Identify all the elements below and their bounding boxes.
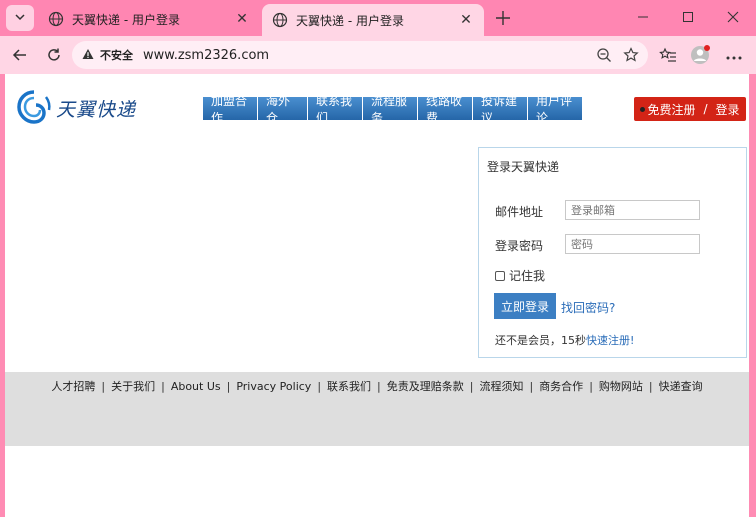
tab-actions-button[interactable] <box>6 5 34 31</box>
footer-link-privacy[interactable]: Privacy Policy <box>236 380 311 393</box>
remember-me[interactable]: 记住我 <box>495 267 545 284</box>
footer-link-tracking[interactable]: 快递查询 <box>659 378 703 394</box>
new-tab-button[interactable] <box>492 8 514 30</box>
page-viewport: 天翼快递 加盟合作 海外仓 联系我们 流程服务 线路收费 投诉建议 用户评论 免… <box>5 74 749 517</box>
quick-register-link[interactable]: 快速注册! <box>586 334 634 347</box>
login-panel: 登录天翼快递 邮件地址 登录密码 记住我 立即登录 找回密码? 还不是会员，15… <box>478 147 747 358</box>
footer-link-about-cn[interactable]: 关于我们 <box>111 378 155 394</box>
star-icon[interactable] <box>621 45 641 65</box>
password-label: 登录密码 <box>495 239 544 253</box>
remember-checkbox[interactable] <box>495 270 505 281</box>
browser-tab-1[interactable]: 天翼快递 - 用户登录 ✕ <box>38 4 260 34</box>
security-label[interactable]: 不安全 <box>100 47 133 63</box>
chevron-down-icon <box>14 11 26 26</box>
footer-link-about-us[interactable]: About Us <box>171 380 221 393</box>
nav-item-complaints[interactable]: 投诉建议 <box>473 94 528 125</box>
main-nav: 加盟合作 海外仓 联系我们 流程服务 线路收费 投诉建议 用户评论 <box>203 94 583 125</box>
warning-icon[interactable] <box>82 48 94 63</box>
footer-separator: | <box>226 379 231 393</box>
profile-icon <box>689 44 711 69</box>
footer-separator: | <box>589 379 593 393</box>
not-member-prefix: 还不是会员，15秒 <box>495 334 586 347</box>
reload-button[interactable] <box>42 44 66 68</box>
register-login-button[interactable]: 免费注册 / 登录 <box>634 97 746 121</box>
favorites-icon <box>659 47 677 66</box>
site-logo[interactable]: 天翼快递 <box>16 88 136 128</box>
nav-item-contact[interactable]: 联系我们 <box>308 94 363 125</box>
footer-links: 人才招聘 | 关于我们 | About Us | Privacy Policy … <box>5 378 749 394</box>
email-field[interactable] <box>565 200 700 220</box>
footer-separator: | <box>101 379 106 393</box>
maximize-button[interactable] <box>677 8 699 28</box>
footer-separator: | <box>161 379 165 393</box>
footer-link-process[interactable]: 流程须知 <box>479 378 523 394</box>
footer-link-shopping[interactable]: 购物网站 <box>599 378 643 394</box>
browser-toolbar: 不安全 www.zsm2326.com <box>0 36 756 74</box>
site-brand-name: 天翼快递 <box>56 98 137 121</box>
nav-item-reviews[interactable]: 用户评论 <box>528 94 583 125</box>
footer-link-business[interactable]: 商务合作 <box>539 378 583 394</box>
register-link[interactable]: 免费注册 <box>647 101 695 118</box>
tab-title: 天翼快递 - 用户登录 <box>72 12 180 27</box>
nav-item-franchise[interactable]: 加盟合作 <box>203 94 258 125</box>
more-button[interactable] <box>722 44 746 68</box>
close-icon[interactable]: ✕ <box>234 11 250 27</box>
login-submit-button[interactable]: 立即登录 <box>494 293 556 319</box>
back-arrow-icon <box>12 47 28 66</box>
nav-item-route-fees[interactable]: 线路收费 <box>418 94 473 125</box>
url-text[interactable]: www.zsm2326.com <box>143 48 269 63</box>
close-icon[interactable]: ✕ <box>458 12 474 28</box>
logo-swirl-icon <box>16 89 52 128</box>
globe-icon <box>48 11 64 27</box>
favorites-button[interactable] <box>656 44 680 68</box>
site-footer: 人才招聘 | 关于我们 | About Us | Privacy Policy … <box>5 372 749 446</box>
nav-item-process-service[interactable]: 流程服务 <box>363 94 418 125</box>
plus-icon <box>495 7 511 31</box>
email-label: 邮件地址 <box>495 205 544 219</box>
more-icon <box>726 49 742 63</box>
register-login-divider: / <box>703 102 708 116</box>
tab-strip: 天翼快递 - 用户登录 ✕ 天翼快递 - 用户登录 ✕ <box>0 0 756 36</box>
login-link[interactable]: 登录 <box>716 101 740 118</box>
bullet-icon <box>640 106 646 112</box>
footer-link-contact[interactable]: 联系我们 <box>327 378 371 394</box>
browser-tab-2[interactable]: 天翼快递 - 用户登录 ✕ <box>262 4 484 36</box>
reload-icon <box>46 47 62 66</box>
minimize-button[interactable] <box>632 8 654 28</box>
globe-icon <box>272 12 288 28</box>
not-member-text: 还不是会员，15秒快速注册! <box>495 332 634 348</box>
maximize-icon <box>682 11 694 26</box>
remember-label: 记住我 <box>509 269 546 283</box>
footer-link-careers[interactable]: 人才招聘 <box>51 378 95 394</box>
forgot-password-link[interactable]: 找回密码? <box>561 299 615 316</box>
footer-separator: | <box>469 379 474 393</box>
footer-separator: | <box>317 379 322 393</box>
footer-separator: | <box>529 379 534 393</box>
address-bar[interactable]: 不安全 www.zsm2326.com <box>72 41 648 69</box>
back-button[interactable] <box>8 44 32 68</box>
footer-link-disclaimer[interactable]: 免责及理赔条款 <box>387 378 464 394</box>
close-icon <box>727 11 739 26</box>
footer-separator: | <box>648 379 653 393</box>
minimize-icon <box>637 11 649 26</box>
login-panel-title: 登录天翼快递 <box>487 160 560 174</box>
nav-item-overseas-warehouse[interactable]: 海外仓 <box>258 94 308 125</box>
tab-title: 天翼快递 - 用户登录 <box>296 13 404 28</box>
close-window-button[interactable] <box>722 8 744 28</box>
password-field[interactable] <box>565 234 700 254</box>
profile-button[interactable] <box>688 44 712 68</box>
footer-separator: | <box>377 379 381 393</box>
zoom-out-icon[interactable] <box>594 45 614 65</box>
